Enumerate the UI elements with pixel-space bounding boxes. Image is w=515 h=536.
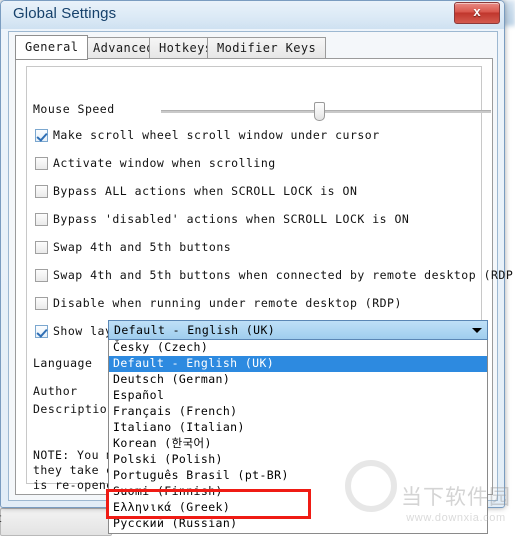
window-titlebar: Global Settings x bbox=[1, 1, 504, 29]
checkbox-label-activate-window-when-scrolling: Activate window when scrolling bbox=[53, 156, 276, 170]
language-option[interactable]: Français (French) bbox=[109, 404, 487, 420]
slider-track bbox=[161, 110, 491, 113]
language-option[interactable]: Italiano (Italian) bbox=[109, 420, 487, 436]
checkbox-show-layer-switch-balloon[interactable] bbox=[35, 325, 48, 338]
mouse-speed-slider[interactable] bbox=[161, 102, 491, 122]
author-label: Author bbox=[33, 384, 78, 398]
tab-modifier-keys-label: Modifier Keys bbox=[217, 41, 317, 55]
mouse-speed-label: Mouse Speed bbox=[33, 102, 115, 116]
language-option[interactable]: Deutsch (German) bbox=[109, 372, 487, 388]
checkbox-bypass-all-actions[interactable] bbox=[35, 185, 48, 198]
checkbox-swap-4th-5th-buttons-rdp[interactable] bbox=[35, 269, 48, 282]
chevron-down-icon[interactable] bbox=[467, 321, 487, 339]
checkbox-bypass-disabled-actions[interactable] bbox=[35, 213, 48, 226]
language-combobox-value: Default - English (UK) bbox=[114, 323, 276, 337]
description-label: Description bbox=[33, 402, 115, 416]
language-option[interactable]: Korean (한국어) bbox=[109, 436, 487, 452]
close-button[interactable]: x bbox=[454, 2, 500, 24]
tab-strip: General Advanced Hotkeys Modifier Keys bbox=[15, 35, 493, 60]
language-option[interactable]: Česky (Czech) bbox=[109, 340, 487, 356]
checkbox-label-scroll-wheel-under-cursor: Make scroll wheel scroll window under cu… bbox=[53, 128, 380, 142]
checkbox-label-bypass-disabled-actions: Bypass 'disabled' actions when SCROLL LO… bbox=[53, 212, 410, 226]
checkbox-label-bypass-all-actions: Bypass ALL actions when SCROLL LOCK is O… bbox=[53, 184, 358, 198]
language-option[interactable]: Português Brasil (pt-BR) bbox=[109, 468, 487, 484]
tab-advanced-label: Advanced bbox=[93, 41, 154, 55]
tab-modifier-keys[interactable]: Modifier Keys bbox=[207, 37, 327, 59]
checkbox-scroll-wheel-under-cursor[interactable] bbox=[35, 129, 48, 142]
language-option[interactable]: Suomi (Finnish) bbox=[109, 484, 487, 500]
language-option[interactable]: Polski (Polish) bbox=[109, 452, 487, 468]
tab-general-label: General bbox=[25, 40, 79, 54]
tab-general[interactable]: General bbox=[15, 35, 89, 60]
close-icon: x bbox=[473, 4, 481, 19]
checkbox-label-swap-4th-5th-buttons: Swap 4th and 5th buttons bbox=[53, 240, 232, 254]
slider-thumb[interactable] bbox=[314, 102, 325, 121]
language-combobox[interactable]: Default - English (UK) bbox=[108, 320, 488, 340]
checkbox-label-swap-4th-5th-buttons-rdp: Swap 4th and 5th buttons when connected … bbox=[53, 268, 515, 282]
language-option[interactable]: Default - English (UK) bbox=[109, 356, 487, 372]
language-option[interactable]: Ελληνικά (Greek) bbox=[109, 500, 487, 516]
language-option[interactable]: Русский (Russian) bbox=[109, 516, 487, 532]
checkbox-disable-under-rdp[interactable] bbox=[35, 297, 48, 310]
language-label: Language bbox=[33, 356, 93, 370]
checkbox-swap-4th-5th-buttons[interactable] bbox=[35, 241, 48, 254]
language-dropdown-list[interactable]: Česky (Czech) Default - English (UK) Deuts… bbox=[108, 340, 488, 534]
background-taskbar-button bbox=[0, 508, 112, 536]
window-title: Global Settings bbox=[13, 5, 117, 22]
language-option[interactable]: Español bbox=[109, 388, 487, 404]
checkbox-activate-window-when-scrolling[interactable] bbox=[35, 157, 48, 170]
tab-hotkeys-label: Hotkeys bbox=[159, 41, 213, 55]
checkbox-label-disable-under-rdp: Disable when running under remote deskto… bbox=[53, 296, 402, 310]
